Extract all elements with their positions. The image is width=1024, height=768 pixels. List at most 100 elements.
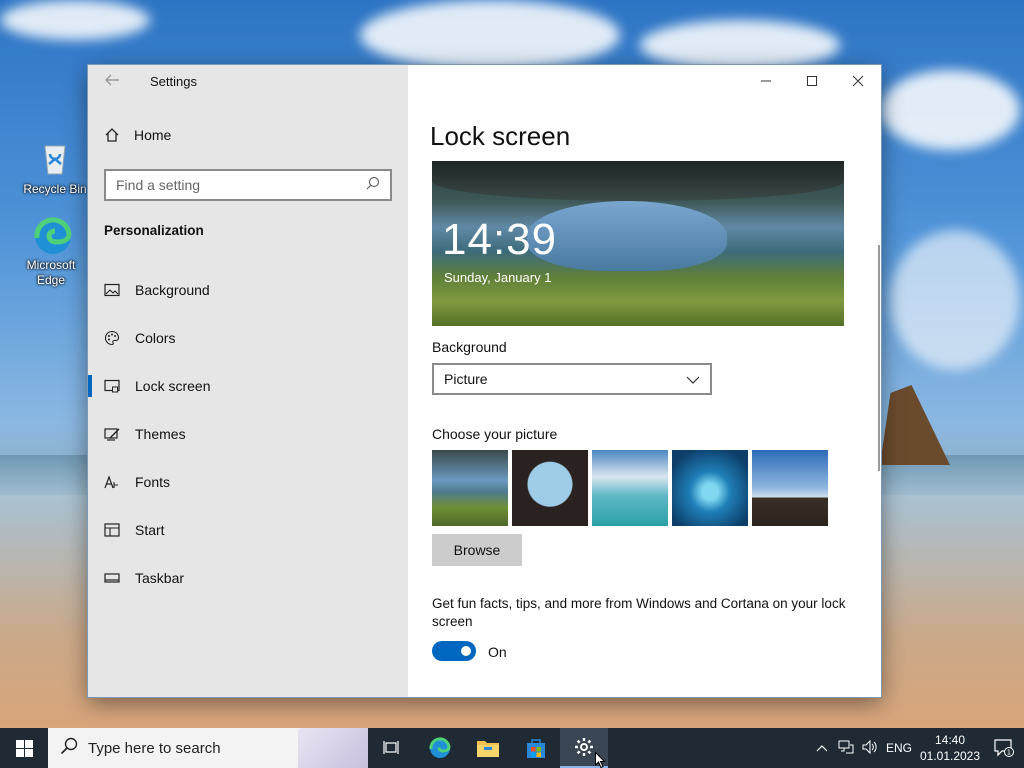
windows-logo-icon bbox=[15, 739, 33, 757]
edge-taskbar-button[interactable] bbox=[416, 728, 464, 768]
settings-window: Settings Home Personalization Background bbox=[88, 65, 881, 697]
fonts-icon bbox=[104, 474, 120, 490]
network-icon[interactable] bbox=[834, 740, 858, 757]
task-view-icon bbox=[383, 741, 399, 754]
lock-screen-icon bbox=[104, 378, 120, 394]
clock-date: 01.01.2023 bbox=[919, 749, 981, 763]
edge-icon bbox=[429, 737, 451, 758]
taskbar-search-placeholder: Type here to search bbox=[88, 739, 221, 757]
themes-icon bbox=[104, 426, 120, 442]
sidebar-item-label: Colors bbox=[135, 330, 176, 346]
desktop-icon-recycle-bin[interactable]: Recycle Bin bbox=[22, 138, 88, 197]
picture-thumbnail[interactable] bbox=[672, 450, 748, 526]
file-explorer-button[interactable] bbox=[464, 728, 512, 768]
content-pane: Lock screen 14:39 Sunday, January 1 Back… bbox=[408, 65, 881, 697]
taskbar-icon bbox=[104, 570, 120, 586]
volume-icon[interactable] bbox=[858, 739, 882, 757]
image-icon bbox=[104, 282, 120, 298]
notification-count: 1 bbox=[1007, 749, 1011, 757]
search-highlight-image bbox=[298, 728, 368, 768]
sidebar-item-label: Taskbar bbox=[135, 570, 185, 586]
preview-time: 14:39 bbox=[442, 215, 558, 264]
maximize-button[interactable] bbox=[789, 65, 835, 97]
sidebar-item-background[interactable]: Background bbox=[88, 266, 408, 314]
home-icon bbox=[104, 127, 120, 143]
title-bar[interactable]: Settings bbox=[88, 65, 408, 99]
window-title: Settings bbox=[150, 74, 197, 89]
start-button[interactable] bbox=[0, 728, 48, 768]
minimize-button[interactable] bbox=[743, 65, 789, 97]
sidebar-item-lock-screen[interactable]: Lock screen bbox=[88, 362, 408, 410]
system-tray: ENG 14:40 01.01.2023 1 bbox=[810, 728, 1024, 768]
edge-icon bbox=[31, 214, 72, 254]
taskbar-search-box[interactable]: Type here to search bbox=[48, 728, 368, 768]
store-icon bbox=[527, 739, 545, 758]
sidebar-item-label: Start bbox=[135, 522, 165, 538]
sidebar-item-label: Lock screen bbox=[135, 378, 211, 394]
find-setting-search-box[interactable] bbox=[104, 169, 392, 201]
close-button[interactable] bbox=[835, 65, 881, 97]
toggle-knob bbox=[461, 646, 471, 656]
search-icon[interactable] bbox=[366, 176, 380, 195]
picture-thumbnails bbox=[432, 450, 828, 526]
notification-center-button[interactable]: 1 bbox=[984, 728, 1024, 768]
clock-time: 14:40 bbox=[934, 733, 966, 747]
sidebar-item-fonts[interactable]: Fonts bbox=[88, 458, 408, 506]
gear-icon bbox=[575, 738, 593, 756]
fun-facts-description: Get fun facts, tips, and more from Windo… bbox=[432, 596, 846, 629]
wallpaper-cloud bbox=[640, 20, 840, 70]
preview-date: Sunday, January 1 bbox=[444, 270, 552, 285]
picture-thumbnail[interactable] bbox=[592, 450, 668, 526]
store-button[interactable] bbox=[512, 728, 560, 768]
choose-picture-label: Choose your picture bbox=[432, 426, 558, 442]
lock-screen-preview: 14:39 Sunday, January 1 bbox=[432, 161, 844, 326]
palette-icon bbox=[104, 330, 120, 346]
folder-icon bbox=[477, 741, 499, 757]
taskbar: Type here to search ENG 14:40 01.01.2023… bbox=[0, 728, 1024, 768]
search-icon bbox=[60, 737, 78, 760]
desktop-icon-label: Microsoft Edge bbox=[26, 258, 76, 287]
wallpaper-cloud bbox=[360, 0, 620, 70]
background-label: Background bbox=[432, 339, 507, 355]
background-dropdown[interactable]: Picture bbox=[432, 363, 712, 395]
sidebar-item-home[interactable]: Home bbox=[104, 127, 171, 143]
search-input[interactable] bbox=[116, 177, 366, 193]
sidebar-item-start[interactable]: Start bbox=[88, 506, 408, 554]
wallpaper-cloud bbox=[890, 230, 1020, 370]
chevron-down-icon bbox=[686, 371, 700, 387]
wallpaper-cloud bbox=[0, 0, 150, 40]
start-icon bbox=[104, 522, 120, 538]
sidebar-item-label: Background bbox=[135, 282, 210, 298]
picture-thumbnail[interactable] bbox=[752, 450, 828, 526]
sidebar-item-themes[interactable]: Themes bbox=[88, 410, 408, 458]
content-scrollbar[interactable] bbox=[878, 245, 880, 471]
sidebar: Settings Home Personalization Background bbox=[88, 65, 408, 697]
sidebar-item-label: Fonts bbox=[135, 474, 171, 490]
notification-icon: 1 bbox=[994, 739, 1014, 757]
input-language-indicator[interactable]: ENG bbox=[882, 741, 916, 755]
browse-button[interactable]: Browse bbox=[432, 534, 522, 566]
wallpaper-cloud bbox=[880, 70, 1020, 150]
fun-facts-toggle[interactable] bbox=[432, 641, 476, 661]
recycle-bin-icon bbox=[35, 138, 75, 178]
picture-thumbnail[interactable] bbox=[512, 450, 588, 526]
chevron-up-icon[interactable] bbox=[810, 741, 834, 755]
sidebar-item-label: Themes bbox=[135, 426, 186, 442]
window-controls bbox=[743, 65, 881, 97]
toggle-state-label: On bbox=[488, 644, 507, 660]
background-dropdown-value: Picture bbox=[444, 371, 488, 387]
task-view-button[interactable] bbox=[368, 728, 416, 768]
sidebar-item-label: Home bbox=[134, 127, 172, 143]
section-heading: Personalization bbox=[104, 223, 204, 238]
picture-thumbnail[interactable] bbox=[432, 450, 508, 526]
desktop-icon-edge[interactable]: Microsoft Edge bbox=[18, 214, 84, 288]
desktop-icon-label: Recycle Bin bbox=[23, 182, 87, 196]
back-arrow-icon[interactable] bbox=[104, 72, 124, 92]
sidebar-nav-list: Background Colors Lock screen Themes Fon… bbox=[88, 266, 408, 602]
sidebar-item-taskbar[interactable]: Taskbar bbox=[88, 554, 408, 602]
wallpaper-rock bbox=[880, 385, 950, 465]
preview-cave bbox=[432, 161, 844, 201]
sidebar-item-colors[interactable]: Colors bbox=[88, 314, 408, 362]
taskbar-clock[interactable]: 14:40 01.01.2023 bbox=[916, 732, 984, 764]
mouse-cursor-icon bbox=[595, 752, 606, 768]
